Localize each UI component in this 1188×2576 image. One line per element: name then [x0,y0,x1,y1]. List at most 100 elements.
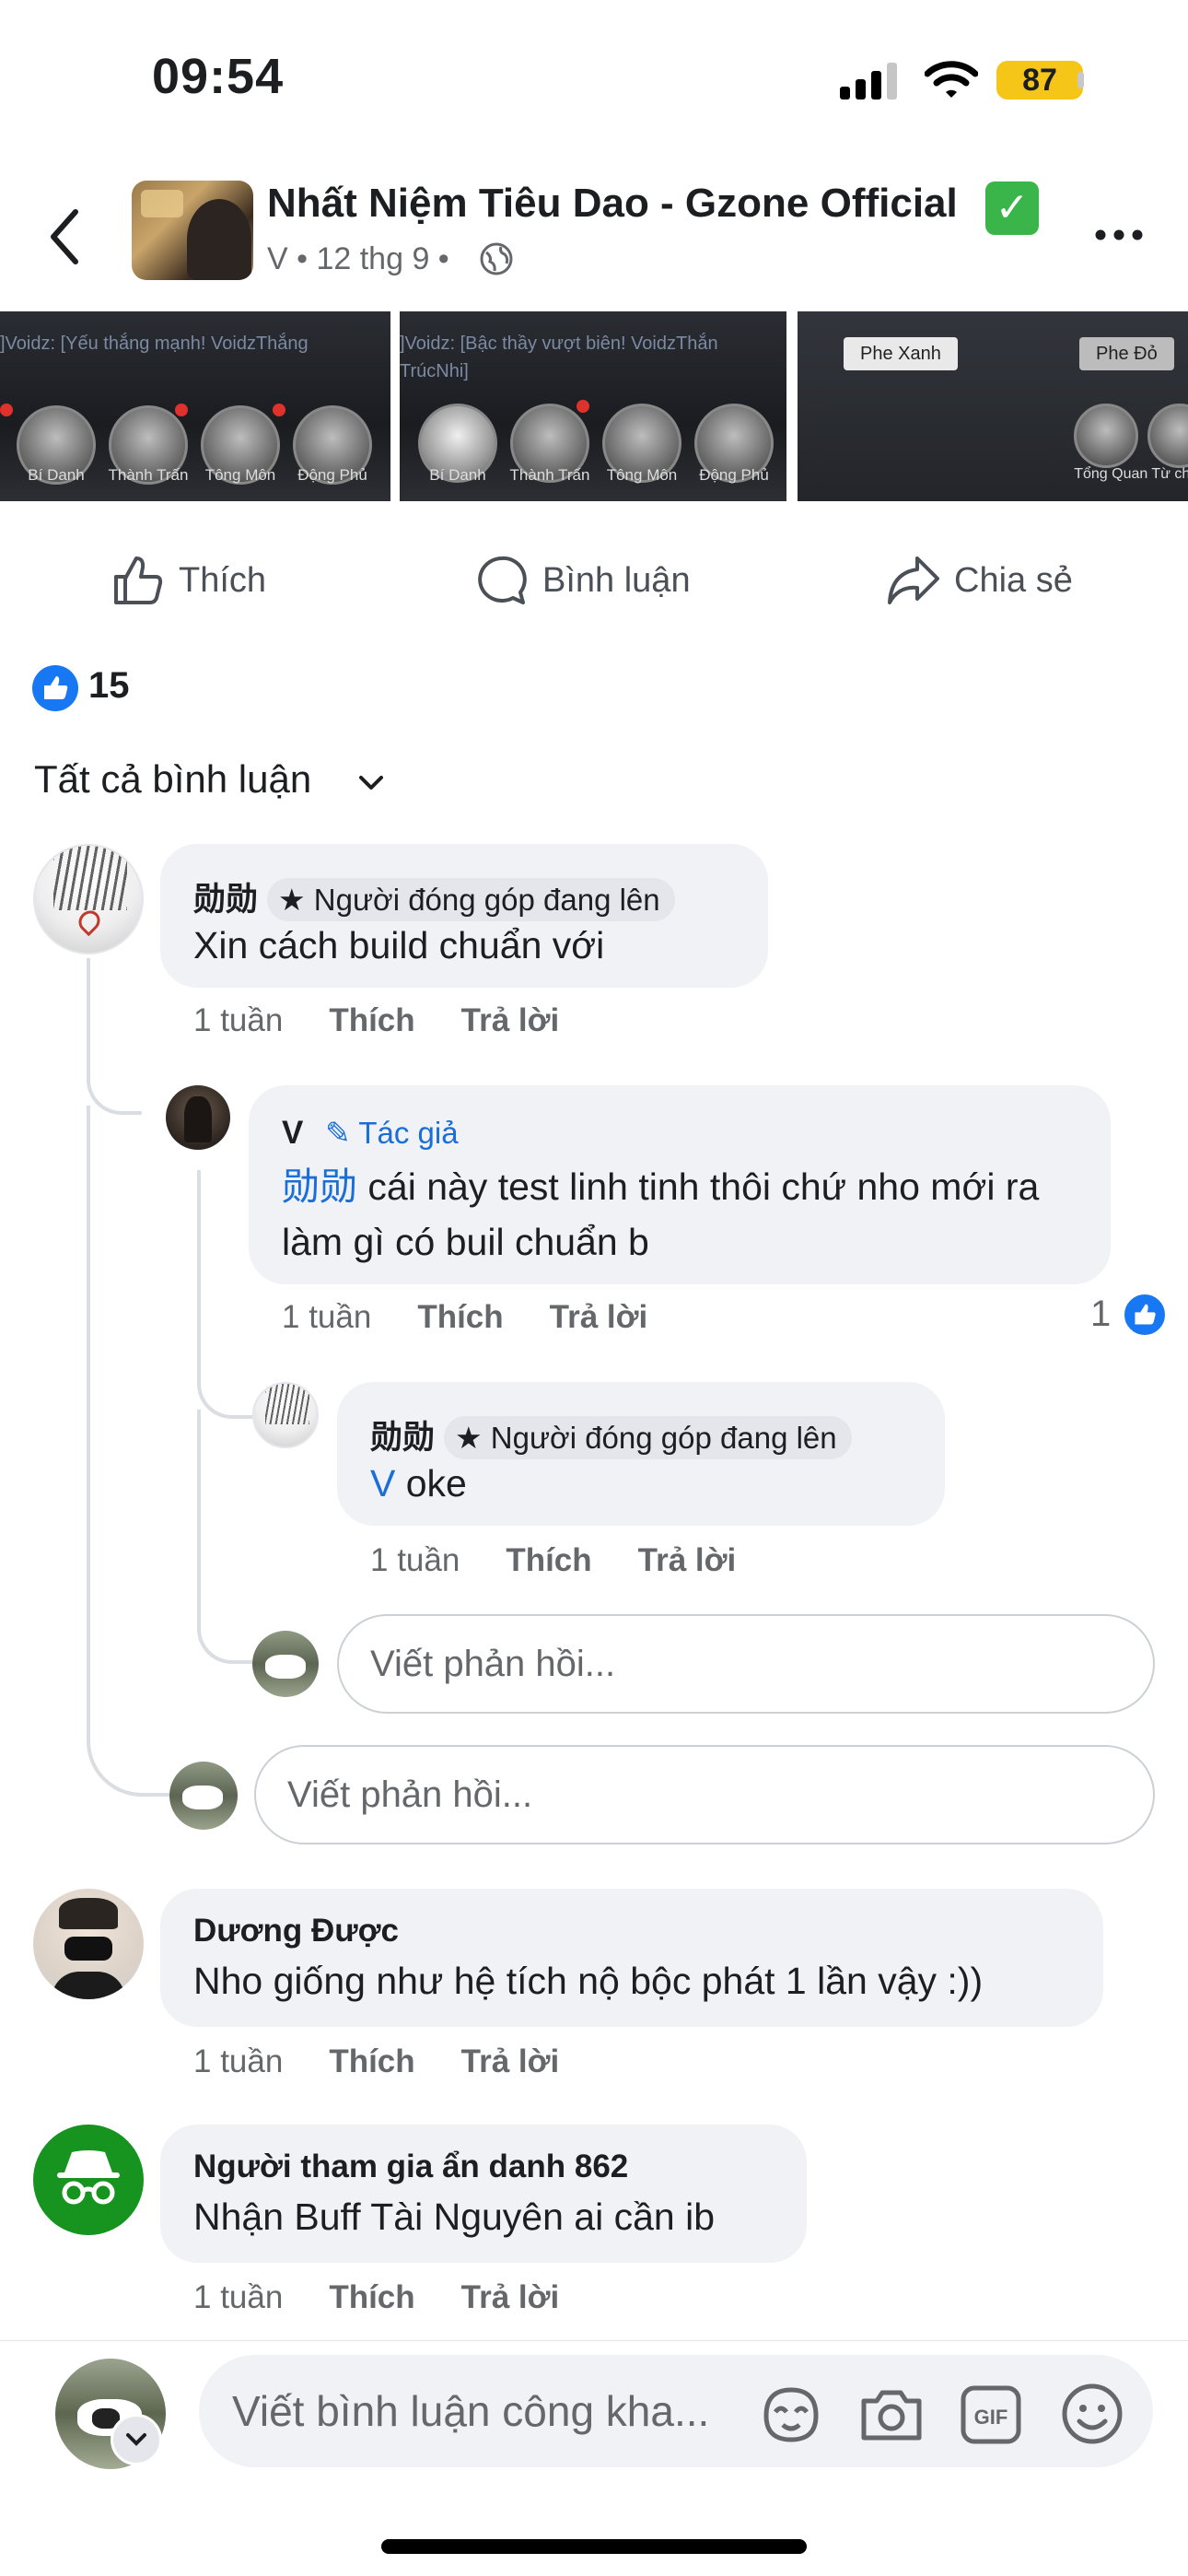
avatar-sticker-icon[interactable] [759,2384,823,2445]
reply-bubble[interactable]: V ✎ Tác giả 勋勋 cái này test linh tinh th… [249,1085,1111,1284]
svg-text:GIF: GIF [974,2406,1008,2429]
mention-link[interactable]: 勋勋 [282,1165,357,1208]
reply-input-inner[interactable]: Viết phản hồi... [337,1614,1155,1714]
reply-author: V ✎ Tác giả [282,1115,459,1152]
reply-text: V oke [370,1456,467,1511]
notification-dot [273,404,285,416]
author-badge: ✎ Tác giả [325,1116,458,1150]
share-action-label: Chia sẻ [954,560,1073,600]
notification-dot [175,404,188,416]
comment-time: 1 tuần [193,2279,284,2315]
reply-input-outer[interactable]: Viết phản hồi... [254,1745,1155,1844]
image-label: Động Phủ [699,466,769,484]
comment-text: Nho giống như hệ tích nộ bộc phát 1 lần … [193,1960,984,2002]
post-image-2[interactable]: ]Voidz: [Bậc thầy vượt biên! VoidzThắn T… [400,311,786,501]
identity-switch-button[interactable] [111,2414,162,2465]
thread-connector [87,958,142,1115]
post-image-3[interactable]: Phe Xanh Phe Đỏ Tổng Quan Từ chi [798,311,1188,501]
reply-reaction-count[interactable]: 1 [1090,1294,1111,1335]
image-pill: Phe Đỏ [1079,337,1174,370]
comment-author: Người tham gia ẩn danh 862 [193,2149,629,2184]
comment-bubble[interactable]: 勋勋 ★ Người đóng góp đang lên Xin cách bui… [160,844,768,988]
like-action-button[interactable]: Thích [111,548,332,613]
image-label: Động Phủ [297,466,367,484]
like-reaction-icon[interactable] [32,665,78,711]
post-image-1[interactable]: ]Voidz: [Yếu thắng mạnh! VoidzThắng Bí D… [0,311,390,501]
reaction-count[interactable]: 15 [88,665,130,707]
image-label: Thành Trấn [509,466,590,484]
author-name: 勋勋 [193,882,259,918]
comment-bubble-icon [478,556,527,604]
reply-comment-button[interactable]: Trả lời [461,2279,560,2315]
commenter-avatar[interactable] [33,844,144,954]
reply-comment-button[interactable]: Trả lời [461,1002,560,1038]
reply-comment-button[interactable]: Trả lời [550,1299,648,1335]
image-label: Bí Danh [28,466,85,484]
comment-author: 勋勋 ★ Người đóng góp đang lên [193,873,675,921]
camera-icon[interactable] [858,2386,925,2443]
like-comment-button[interactable]: Thích [329,2043,414,2079]
reply-placeholder: Viết phản hồi... [287,1774,533,1815]
wifi-icon [925,61,978,98]
gif-icon[interactable]: GIF [960,2384,1022,2445]
image-chat-text: ]Voidz: [Bậc thầy vượt biên! VoidzThắn [400,334,718,354]
comment-time: 1 tuần [193,2043,284,2079]
badge-label: Tác giả [358,1116,459,1150]
contributor-badge: ★ Người đóng góp đang lên [444,1416,852,1459]
thread-connector [197,1410,252,1664]
comment-meta: 1 tuần Thích Trả lời [193,2279,559,2316]
mention-link[interactable]: V [370,1462,395,1505]
comment-meta: 1 tuần Thích Trả lời [193,2043,559,2080]
like-comment-button[interactable]: Thích [329,1002,414,1038]
back-arrow-icon[interactable] [46,205,83,269]
replier-avatar[interactable] [166,1085,230,1150]
author-name: 勋勋 [370,1420,436,1456]
author-name: V [282,1115,304,1151]
reply-text: 勋勋 cái này test linh tinh thôi chứ nho m… [282,1159,1092,1270]
reply-meta: 1 tuần Thích Trả lời [370,1542,736,1579]
like-comment-button[interactable]: Thích [417,1299,503,1335]
notification-dot [577,400,589,413]
comment-bubble[interactable]: Dương Được Nho giống như hệ tích nộ bộc … [160,1889,1103,2027]
comment-sort-dropdown[interactable]: Tất cả bình luận [34,757,311,802]
reply-comment-button[interactable]: Trả lời [638,1542,737,1578]
verified-check-icon: ✓ [985,181,1039,235]
share-arrow-icon [888,556,939,604]
star-icon: ★ [278,883,314,917]
image-chat-text: ]Voidz: [Yếu thắng mạnh! VoidzThắng [0,334,309,354]
comment-action-button[interactable]: Bình luận [474,548,732,613]
comment-bubble[interactable]: Người tham gia ẩn danh 862 Nhận Buff Tài… [160,2125,807,2263]
reply-bubble[interactable]: 勋勋 ★ Người đóng góp đang lên V oke [337,1382,945,1526]
like-comment-button[interactable]: Thích [506,1542,591,1578]
notification-dot [0,404,13,416]
badge-label: Người đóng góp đang lên [313,883,660,917]
like-action-label: Thích [179,560,267,600]
comment-text: Nhận Buff Tài Nguyên ai cần ib [193,2195,716,2238]
comment-time: 1 tuần [370,1542,460,1578]
like-comment-button[interactable]: Thích [329,2279,414,2315]
chevron-down-icon[interactable] [357,774,385,792]
anonymous-avatar[interactable] [33,2125,144,2235]
globe-icon [480,242,513,275]
reply-comment-button[interactable]: Trả lời [461,2043,560,2079]
status-time: 09:54 [152,49,285,104]
emoji-icon[interactable] [1059,2381,1125,2447]
composer-placeholder: Viết bình luận công kha... [232,2387,710,2435]
share-action-button[interactable]: Chia sẻ [886,548,1107,613]
badge-label: Người đóng góp đang lên [490,1421,837,1455]
commenter-avatar[interactable] [33,1889,144,1999]
replier-avatar[interactable] [252,1382,319,1448]
comment-meta: 1 tuần Thích Trả lời [193,1002,559,1039]
thumbs-up-icon [114,556,163,604]
comment-action-label: Bình luận [542,560,691,600]
image-label: Bí Danh [429,466,486,484]
more-options-icon[interactable] [1091,221,1147,249]
incognito-icon [57,2150,120,2205]
reply-meta: 1 tuần Thích Trả lời [282,1299,647,1336]
my-avatar-small [252,1631,319,1697]
pencil-icon: ✎ [325,1116,359,1150]
page-name[interactable]: Nhất Niệm Tiêu Dao - Gzone Official [267,181,958,227]
comment-time: 1 tuần [282,1299,372,1335]
image-label: Tông Môn [204,466,276,484]
page-avatar[interactable] [132,181,253,280]
